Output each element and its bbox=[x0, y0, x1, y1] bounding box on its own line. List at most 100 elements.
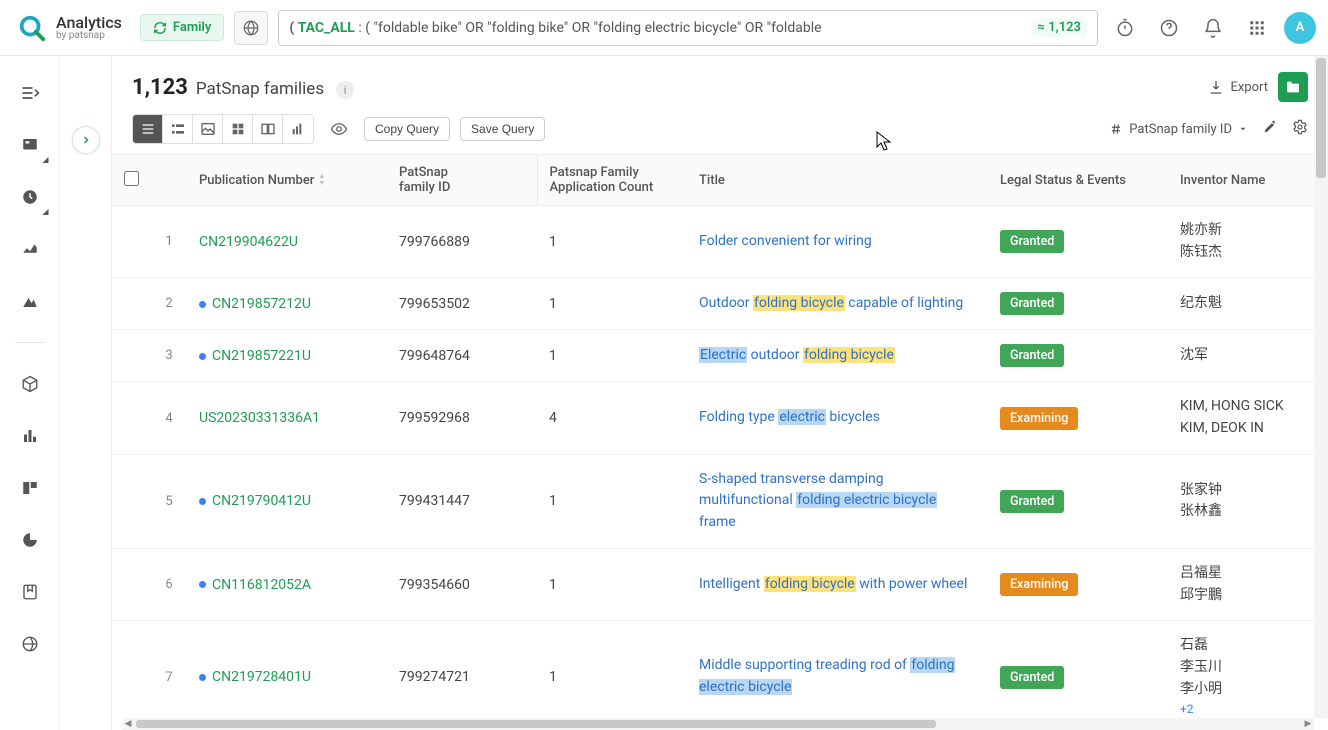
logo-icon bbox=[16, 12, 48, 44]
rail-history[interactable]: ◢ bbox=[13, 180, 47, 214]
status-badge: Granted bbox=[1000, 666, 1064, 689]
view-mode-group bbox=[132, 114, 314, 144]
table-row[interactable]: 4US20230331336A17995929684Folding type e… bbox=[112, 382, 1328, 454]
app-count-cell: 1 bbox=[537, 330, 687, 382]
rail-insights[interactable] bbox=[13, 232, 47, 266]
col-publication[interactable]: Publication Number▲▼ bbox=[187, 155, 387, 206]
apps-grid-icon bbox=[1248, 19, 1266, 37]
col-inventor[interactable]: Inventor Name bbox=[1168, 155, 1328, 206]
apps-button[interactable] bbox=[1240, 11, 1274, 45]
horizontal-scrollbar[interactable]: ◀ ▶ bbox=[122, 718, 1314, 730]
results-table-wrap[interactable]: Publication Number▲▼ PatSnapfamily ID Pa… bbox=[112, 154, 1328, 730]
family-chip[interactable]: Family bbox=[140, 14, 224, 41]
table-row[interactable]: 3CN219857221U7996487641Electric outdoor … bbox=[112, 330, 1328, 382]
unread-dot-icon bbox=[199, 674, 206, 681]
table-row[interactable]: 5CN219790412U7994314471S-shaped transver… bbox=[112, 454, 1328, 548]
logo-title: Analytics bbox=[56, 15, 122, 31]
save-to-folder-button[interactable] bbox=[1278, 72, 1308, 102]
row-index: 4 bbox=[151, 382, 187, 454]
bars-icon bbox=[290, 121, 306, 137]
publication-link[interactable]: CN219904622U bbox=[199, 234, 298, 250]
save-query-button[interactable]: Save Query bbox=[460, 117, 545, 141]
rail-landscape[interactable] bbox=[13, 284, 47, 318]
inventor-list: 张家钟张林鑫 bbox=[1180, 480, 1316, 523]
stopwatch-button[interactable] bbox=[1108, 11, 1142, 45]
view-image-button[interactable] bbox=[193, 115, 223, 143]
view-analysis-button[interactable] bbox=[283, 115, 313, 143]
view-grid-button[interactable] bbox=[223, 115, 253, 143]
rail-global[interactable] bbox=[13, 627, 47, 661]
publication-link[interactable]: CN219857221U bbox=[212, 348, 311, 364]
avatar[interactable]: A bbox=[1284, 12, 1316, 44]
clock-icon bbox=[21, 188, 39, 206]
table-row[interactable]: 7CN219728401U7992747211Middle supporting… bbox=[112, 621, 1328, 730]
title-link[interactable]: Folding type electric bicycles bbox=[699, 409, 880, 425]
rail-report[interactable] bbox=[13, 523, 47, 557]
unread-dot-icon bbox=[199, 581, 206, 588]
title-link[interactable]: S-shaped transverse damping multifunctio… bbox=[699, 471, 937, 530]
table-row[interactable]: 6CN116812052A7993546601Intelligent foldi… bbox=[112, 548, 1328, 620]
title-link[interactable]: Middle supporting treading rod of foldin… bbox=[699, 657, 955, 695]
help-button[interactable] bbox=[1152, 11, 1186, 45]
logo[interactable]: Analytics by patsnap bbox=[16, 12, 122, 44]
globe-icon bbox=[242, 19, 260, 37]
title-link[interactable]: Folder convenient for wiring bbox=[699, 233, 872, 249]
image-icon bbox=[200, 121, 216, 137]
title-link[interactable]: Intelligent folding bicycle with power w… bbox=[699, 576, 967, 592]
info-icon[interactable]: i bbox=[336, 81, 354, 99]
row-index: 1 bbox=[151, 206, 187, 278]
search-box[interactable]: ( TAC_ALL : ( "foldable bike" OR "foldin… bbox=[278, 10, 1098, 46]
col-family-id[interactable]: PatSnapfamily ID bbox=[387, 155, 537, 206]
result-count: 1,123 bbox=[132, 75, 188, 100]
rail-saved[interactable] bbox=[13, 575, 47, 609]
view-split-button[interactable] bbox=[253, 115, 283, 143]
inventor-list: 纪东魁 bbox=[1180, 293, 1316, 315]
app-count-cell: 1 bbox=[537, 454, 687, 548]
title-link[interactable]: Electric outdoor folding bicycle bbox=[699, 347, 895, 363]
app-count-cell: 4 bbox=[537, 382, 687, 454]
title-link[interactable]: Outdoor folding bicycle capable of light… bbox=[699, 295, 963, 311]
status-badge: Granted bbox=[1000, 230, 1064, 253]
expand-panel-button[interactable] bbox=[72, 126, 100, 154]
split-icon bbox=[260, 121, 276, 137]
copy-query-button[interactable]: Copy Query bbox=[364, 117, 450, 141]
hash-icon bbox=[1109, 122, 1123, 136]
bell-icon bbox=[1203, 18, 1223, 38]
inventor-list: 姚亦新陈钰杰 bbox=[1180, 220, 1316, 263]
family-id-cell: 799274721 bbox=[387, 621, 537, 730]
col-title[interactable]: Title bbox=[687, 155, 988, 206]
view-list-button[interactable] bbox=[133, 115, 163, 143]
select-all-checkbox[interactable] bbox=[124, 171, 139, 186]
table-row[interactable]: 1CN219904622U7997668891Folder convenient… bbox=[112, 206, 1328, 278]
status-badge: Granted bbox=[1000, 292, 1064, 315]
col-status[interactable]: Legal Status & Events bbox=[988, 155, 1168, 206]
help-icon bbox=[1159, 18, 1179, 38]
eye-icon bbox=[330, 120, 348, 138]
publication-link[interactable]: CN219857212U bbox=[212, 296, 311, 312]
publication-link[interactable]: US20230331336A1 bbox=[199, 410, 320, 426]
settings-button[interactable] bbox=[1292, 119, 1308, 139]
app-count-cell: 1 bbox=[537, 548, 687, 620]
inventor-more[interactable]: +2 bbox=[1180, 700, 1316, 719]
highlight-button[interactable] bbox=[1262, 119, 1278, 139]
family-id-dropdown[interactable]: PatSnap family ID bbox=[1109, 122, 1248, 137]
view-detail-button[interactable] bbox=[163, 115, 193, 143]
col-app-count[interactable]: Patsnap FamilyApplication Count bbox=[537, 155, 687, 206]
vertical-scrollbar[interactable] bbox=[1314, 56, 1328, 718]
publication-link[interactable]: CN116812052A bbox=[212, 577, 311, 593]
table-row[interactable]: 2CN219857212U7996535021Outdoor folding b… bbox=[112, 278, 1328, 330]
folder-icon bbox=[1285, 79, 1301, 95]
rail-compare[interactable] bbox=[13, 471, 47, 505]
app-count-cell: 1 bbox=[537, 206, 687, 278]
rail-workspace[interactable]: ◢ bbox=[13, 128, 47, 162]
stopwatch-icon bbox=[1115, 18, 1135, 38]
export-button[interactable]: Export bbox=[1208, 79, 1268, 95]
preview-toggle[interactable] bbox=[324, 115, 354, 143]
rail-expand[interactable] bbox=[13, 76, 47, 110]
notifications-button[interactable] bbox=[1196, 11, 1230, 45]
globe-button[interactable] bbox=[234, 11, 268, 45]
publication-link[interactable]: CN219728401U bbox=[212, 669, 311, 685]
publication-link[interactable]: CN219790412U bbox=[212, 493, 311, 509]
rail-chart[interactable] bbox=[13, 419, 47, 453]
rail-3d[interactable] bbox=[13, 367, 47, 401]
